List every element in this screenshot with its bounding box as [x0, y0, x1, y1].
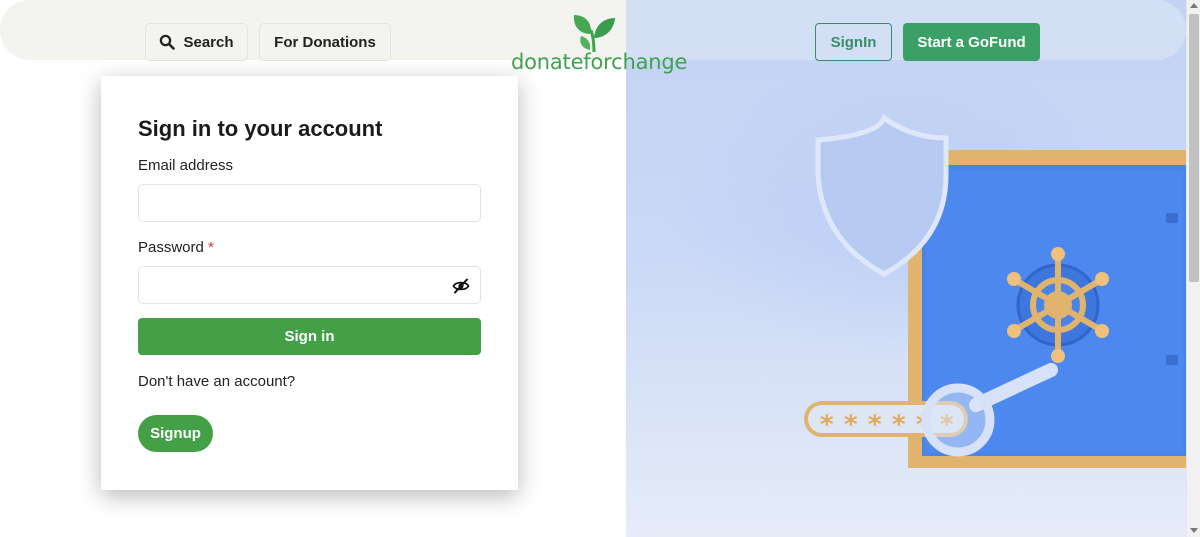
leaf-icon: [573, 15, 615, 53]
signin-nav-button[interactable]: SignIn: [815, 23, 892, 61]
logo-text: donateforchange: [511, 50, 688, 74]
signup-button[interactable]: Signup: [138, 415, 213, 452]
login-title: Sign in to your account: [138, 116, 383, 141]
nav-corner: [0, 0, 60, 60]
scroll-down-arrow-icon[interactable]: [1190, 528, 1198, 533]
vertical-scrollbar[interactable]: [1186, 0, 1200, 537]
no-account-text: Don't have an account?: [138, 373, 296, 390]
site-logo[interactable]: donateforchange: [511, 12, 687, 74]
password-label-wrap: Password *: [138, 239, 214, 256]
password-field[interactable]: [138, 266, 481, 304]
security-illustration: * * * * * *: [626, 0, 1186, 537]
email-label: Email address: [138, 157, 234, 174]
scroll-thumb[interactable]: [1189, 14, 1199, 282]
svg-text:*: *: [892, 410, 906, 440]
svg-text:*: *: [820, 410, 834, 440]
for-donations-label: For Donations: [274, 33, 376, 51]
svg-text:*: *: [868, 410, 882, 440]
search-icon: [159, 34, 176, 50]
required-mark: *: [208, 239, 214, 256]
svg-text:*: *: [844, 410, 858, 440]
email-field[interactable]: [138, 184, 481, 222]
search-label: Search: [183, 33, 234, 51]
password-label: Password: [138, 239, 204, 256]
scroll-up-arrow-icon[interactable]: [1190, 3, 1198, 8]
start-gofund-button[interactable]: Start a GoFund: [903, 23, 1040, 61]
for-donations-button[interactable]: For Donations: [259, 23, 391, 61]
page: * * * * * * Search For Donations: [0, 0, 1200, 537]
vault-illustration: * * * * * *: [804, 114, 1186, 468]
search-button[interactable]: Search: [145, 23, 248, 61]
eye-off-icon[interactable]: [452, 277, 470, 295]
sign-in-button[interactable]: Sign in: [138, 318, 481, 355]
login-card: Sign in to your account Email address Pa…: [101, 76, 518, 490]
